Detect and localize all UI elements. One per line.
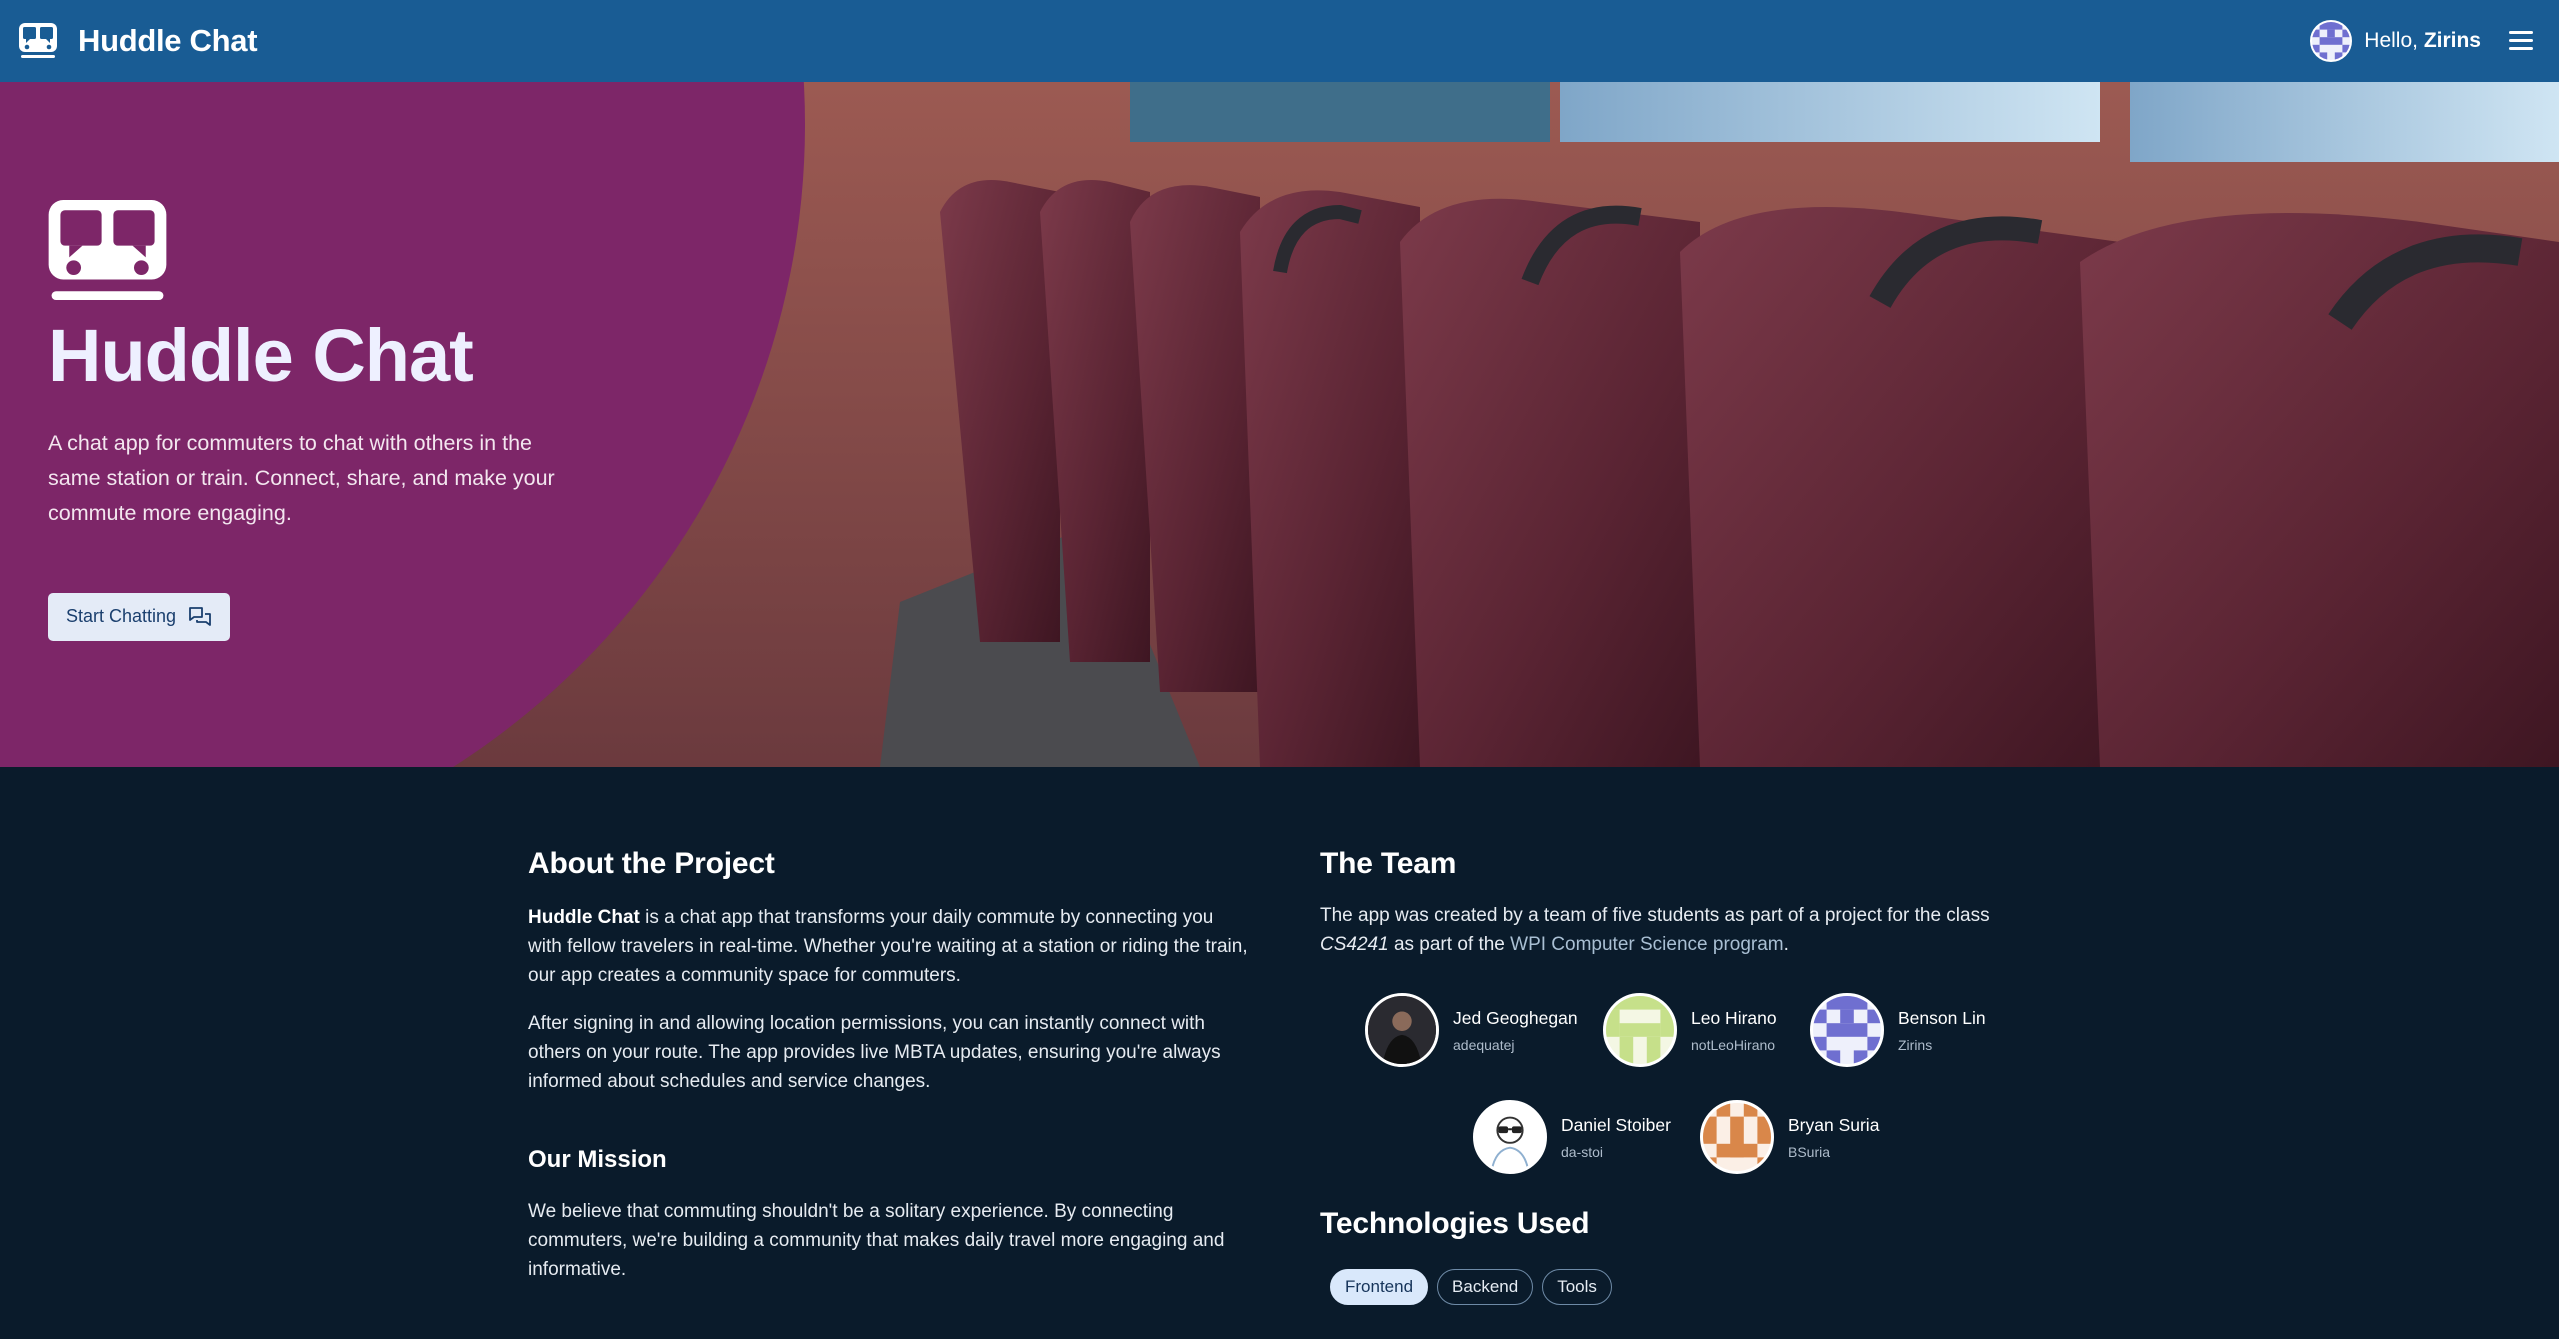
username: Zirins <box>2423 29 2481 52</box>
member-username: notLeoHirano <box>1691 1037 1776 1053</box>
team-intro: The app was created by a team of five st… <box>1320 905 1990 955</box>
technology-tabs: Frontend Backend Tools <box>1330 1269 2020 1305</box>
bus-chat-icon <box>19 23 57 58</box>
avatar <box>1473 1100 1547 1174</box>
tab-frontend[interactable]: Frontend <box>1330 1269 1429 1305</box>
member-name: Benson Lin <box>1898 1008 1986 1028</box>
team-member[interactable]: Benson Lin Zirins <box>1810 993 1986 1067</box>
team-member[interactable]: Daniel Stoiber da-stoi <box>1473 1100 1671 1174</box>
start-chatting-label: Start Chatting <box>66 606 177 627</box>
member-name: Leo Hirano <box>1691 1008 1777 1028</box>
main-content: About the Project Huddle Chat is a chat … <box>0 767 2559 1339</box>
start-chatting-button[interactable]: Start Chatting <box>48 592 231 641</box>
member-username: Zirins <box>1898 1037 1933 1053</box>
team-heading: The Team <box>1320 847 1457 880</box>
avatar <box>1365 993 1439 1067</box>
avatar <box>1700 1100 1774 1174</box>
hero-content: Huddle Chat A chat app for commuters to … <box>48 200 608 641</box>
avatar <box>1810 993 1884 1067</box>
bus-chat-icon <box>48 200 167 301</box>
top-navbar: Huddle Chat Hello, Zirins <box>0 0 2559 82</box>
hero-description: A chat app for commuters to chat with ot… <box>48 431 555 526</box>
hero-section: Huddle Chat A chat app for commuters to … <box>0 82 2559 767</box>
hero-title: Huddle Chat <box>48 314 474 397</box>
about-paragraph-2: After signing in and allowing location p… <box>528 1013 1221 1092</box>
user-greeting: Hello, Zirins <box>2364 29 2481 52</box>
member-username: adequatej <box>1453 1037 1515 1053</box>
team-member[interactable]: Jed Geoghegan adequatej <box>1365 993 1578 1067</box>
member-name: Daniel Stoiber <box>1561 1115 1671 1135</box>
team-grid: Jed Geoghegan adequatej Leo Hirano notLeoH… <box>1320 993 2020 1213</box>
team-member[interactable]: Leo Hirano notLeoHirano <box>1603 993 1777 1067</box>
avatar <box>1603 993 1677 1067</box>
about-heading: About the Project <box>528 847 775 880</box>
team-member[interactable]: Bryan Suria BSuria <box>1700 1100 1879 1174</box>
team-column: The Team The app was created by a team o… <box>1320 767 2020 1305</box>
chat-bubbles-icon <box>189 606 211 626</box>
tab-tools[interactable]: Tools <box>1542 1269 1612 1305</box>
tab-backend[interactable]: Backend <box>1437 1269 1534 1305</box>
member-name: Jed Geoghegan <box>1453 1008 1578 1028</box>
member-username: da-stoi <box>1561 1144 1604 1160</box>
hamburger-menu-icon[interactable] <box>2509 30 2533 52</box>
about-paragraph-1: Huddle Chat is a chat app that transform… <box>528 907 1248 986</box>
user-area: Hello, Zirins <box>2310 0 2533 82</box>
member-name: Bryan Suria <box>1788 1115 1880 1135</box>
member-username: BSuria <box>1788 1144 1831 1160</box>
wpi-cs-link[interactable]: WPI Computer Science program <box>1510 934 1784 955</box>
mission-heading: Our Mission <box>528 1146 667 1173</box>
brand-name: Huddle Chat <box>78 23 258 58</box>
mission-text: We believe that commuting shouldn't be a… <box>528 1201 1225 1280</box>
about-column: About the Project Huddle Chat is a chat … <box>528 767 1248 1284</box>
brand-link[interactable]: Huddle Chat <box>18 22 258 60</box>
identicon-image <box>2312 22 2351 60</box>
user-avatar[interactable] <box>2310 20 2353 62</box>
